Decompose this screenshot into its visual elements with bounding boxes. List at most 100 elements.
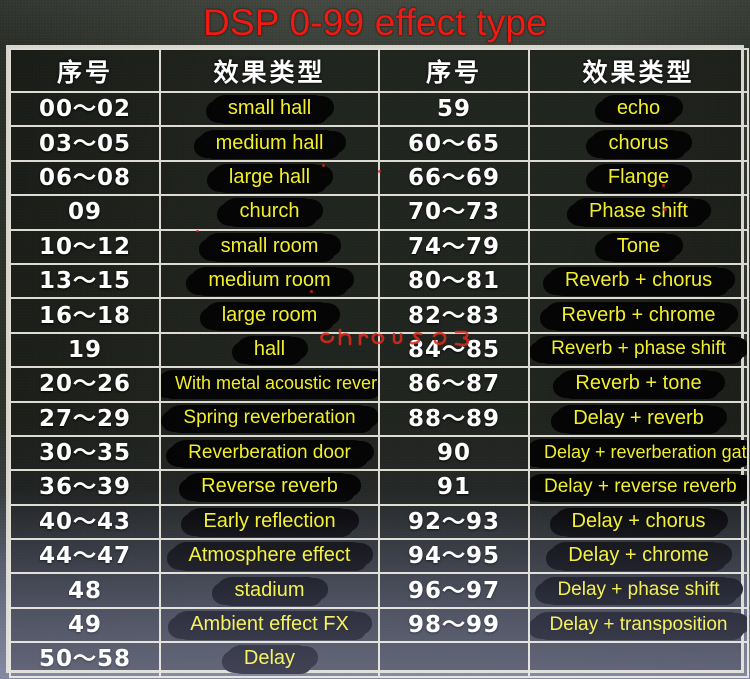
effect-label: Delay + reverb (573, 406, 704, 429)
redaction-blob: Reverb + chorus (546, 266, 731, 297)
cell-effect-right: chorus (528, 125, 749, 162)
cell-effect-right (528, 641, 749, 678)
cell-effect-right: Delay + reverberation gate (528, 434, 749, 472)
effect-label: Reverb + tone (575, 372, 702, 395)
effect-label: Early reflection (203, 509, 336, 532)
table-row: 13～15 medium room 80～81 Reverb + chorus (9, 262, 749, 300)
cell-number-right: 59 (378, 90, 530, 128)
effect-label: large room (221, 303, 318, 326)
effect-label: small room (220, 234, 319, 257)
table-header: 序号 效果类型 序号 效果类型 (9, 48, 749, 93)
cell-number-right: 84～85 (378, 331, 530, 369)
redaction-blob: Spring reverberation (165, 404, 374, 434)
effect-label: Phase shift (589, 200, 688, 223)
cell-number-left: 48 (9, 572, 161, 609)
effect-label: large hall (228, 165, 311, 188)
cell-effect-right: Delay + chorus (528, 503, 749, 541)
header-number-right: 序号 (378, 48, 530, 93)
cell-effect-right: Tone (528, 228, 749, 265)
cell-number-right: 92～93 (378, 503, 530, 541)
cell-effect-left: With metal acoustic reverb (159, 366, 380, 403)
redaction-blob: Early reflection (185, 507, 354, 537)
table-row: 03～05 medium hall 60～65 chorus (9, 125, 749, 162)
cell-number-left: 27～29 (9, 400, 161, 437)
table-body: 00～02 small hall 59 echo 03～05 medium hall 60～… (9, 90, 749, 678)
redaction-blob: Delay + chorus (553, 507, 724, 537)
redaction-blob: Reverb + chrome (543, 300, 734, 331)
effect-label: Spring reverberation (183, 407, 356, 429)
redaction-blob: Delay + reverberation gate (531, 438, 746, 469)
cell-effect-left: large hall (159, 159, 380, 197)
table-row: 06～08 large hall 66～69 Flange (9, 159, 749, 197)
redaction-blob: Flange (589, 163, 688, 193)
cell-effect-left: Reverberation door (159, 434, 380, 472)
table-row: 36～39 Reverse reverb 91 Delay + reverse rev… (9, 469, 749, 506)
cell-effect-left: church (159, 194, 380, 231)
cell-number-left: 03～05 (9, 125, 161, 162)
table-header-row: 序号 效果类型 序号 效果类型 (9, 48, 749, 93)
cell-effect-left: small hall (159, 90, 380, 128)
redaction-blob: Delay + reverb (555, 404, 722, 434)
cell-effect-right: Delay + transposition (528, 606, 749, 644)
redaction-blob: Atmosphere effect (170, 541, 369, 572)
cell-effect-right: Reverb + phase shift (528, 331, 749, 369)
redaction-blob: chorus (590, 128, 687, 159)
redaction-blob: Reverb + tone (557, 369, 720, 400)
cell-number-left: 44～47 (9, 538, 161, 575)
redaction-blob: medium room (190, 266, 349, 297)
table-row: 40～43 Early reflection 92～93 Delay + chorus (9, 503, 749, 541)
redaction-blob: Delay + reverse reverb (531, 472, 746, 502)
effect-label: church (239, 200, 300, 223)
redaction-blob: small hall (209, 94, 330, 125)
effect-label: With metal acoustic reverb (175, 373, 379, 394)
table-row: 16～18 large room 82～83 Reverb + chrome (9, 297, 749, 334)
redaction-blob: Delay + phase shift (539, 575, 738, 606)
redaction-blob: hall (235, 335, 304, 365)
dsp-effect-table: 序号 效果类型 序号 效果类型 00～02 small hall 59 echo 03～… (9, 48, 749, 678)
cell-number-right: 82～83 (378, 297, 530, 334)
effect-label: Tone (616, 234, 661, 257)
cell-number-left: 16～18 (9, 297, 161, 334)
dsp-effect-table-container: 序号 效果类型 序号 效果类型 00～02 small hall 59 echo 03～… (6, 45, 749, 678)
redaction-blob: Tone (598, 232, 679, 262)
cell-effect-left: Spring reverberation (159, 400, 380, 437)
cell-number-left: 13～15 (9, 262, 161, 300)
redaction-blob: small room (202, 232, 337, 262)
page-title: DSP 0-99 effect type (202, 2, 548, 43)
redaction-blob: Ambient effect FX (172, 610, 367, 641)
cell-effect-left: Ambient effect FX (159, 606, 380, 644)
cell-number-right: 98～99 (378, 606, 530, 644)
redaction-blob: echo (598, 94, 679, 125)
cell-effect-left: Reverse reverb (159, 469, 380, 506)
cell-number-left: 19 (9, 331, 161, 369)
cell-number-right: 86～87 (378, 366, 530, 403)
cell-effect-right: Delay + reverb (528, 400, 749, 437)
effect-label: Atmosphere effect (188, 544, 351, 567)
effect-label: Reverb + chorus (564, 269, 713, 292)
effect-label: Ambient effect FX (190, 613, 349, 636)
redaction-blob: stadium (216, 575, 323, 606)
cell-number-right (378, 641, 530, 678)
redaction-blob: medium hall (197, 128, 342, 159)
effect-label: Reverb + chrome (561, 303, 716, 326)
cell-number-right: 60～65 (378, 125, 530, 162)
cell-number-right: 96～97 (378, 572, 530, 609)
redaction-blob: Delay (225, 644, 314, 675)
cell-effect-left: medium room (159, 262, 380, 300)
redaction-blob: Phase shift (571, 197, 706, 228)
redaction-blob: church (221, 197, 318, 228)
table-row: 30～35 Reverberation door 90 Delay + reverbe… (9, 434, 749, 472)
table-row: 09 church 70～73 Phase shift (9, 194, 749, 231)
cell-effect-right: Flange (528, 159, 749, 197)
effect-label: small hall (227, 97, 312, 120)
redaction-blob: With metal acoustic reverb (162, 369, 379, 400)
redaction-blob: Reverb + phase shift (533, 335, 744, 365)
cell-number-left: 40～43 (9, 503, 161, 541)
effect-label: Delay + transposition (549, 613, 728, 635)
cell-effect-right: Reverb + chorus (528, 262, 749, 300)
cell-effect-right: echo (528, 90, 749, 128)
cell-effect-right: Delay + reverse reverb (528, 469, 749, 506)
table-row: 50～58 Delay (9, 641, 749, 678)
table-row: 10～12 small room 74～79 Tone (9, 228, 749, 265)
effect-label: Delay + chrome (568, 544, 709, 567)
